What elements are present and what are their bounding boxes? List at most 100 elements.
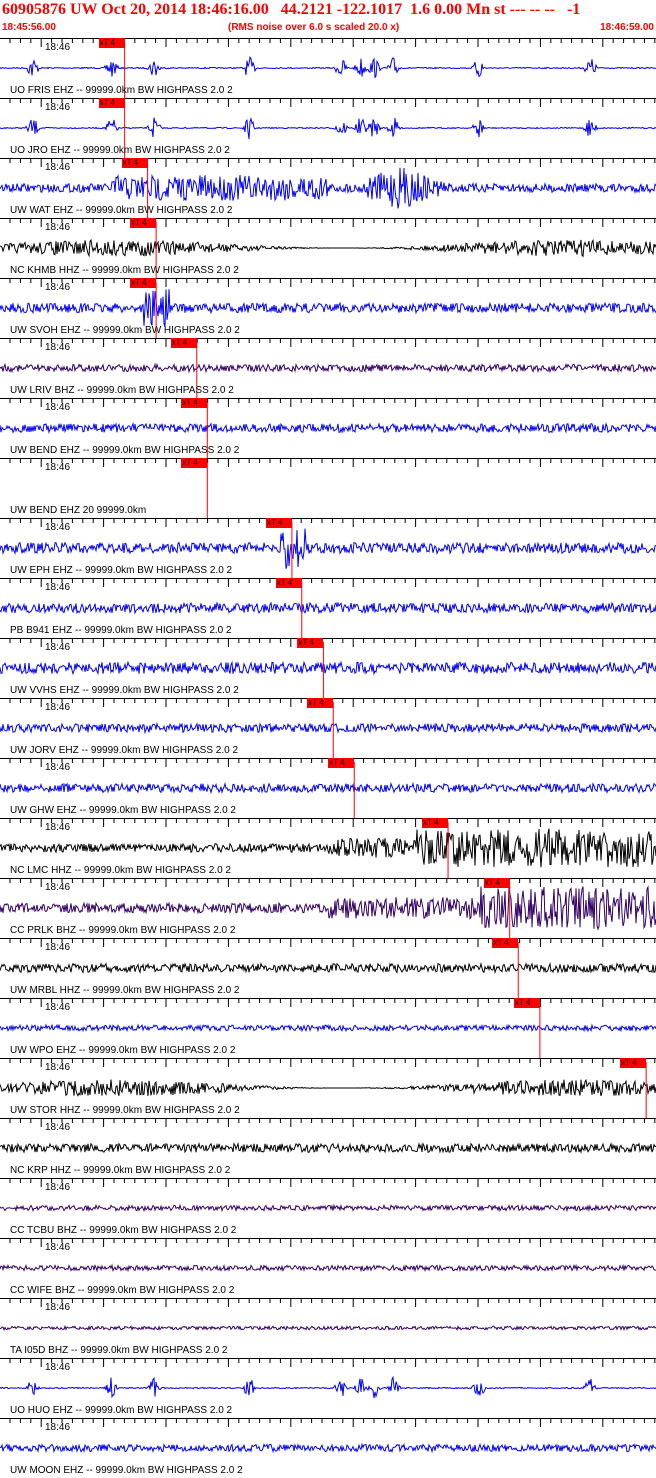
channel-label: UW MRBL HHZ -- 99999.0km BW HIGHPASS 2.0… [10, 985, 240, 996]
waveform-trace [0, 289, 656, 328]
pick-marker: xT 4 [130, 218, 157, 228]
waveform-trace [0, 421, 656, 435]
trace-time-label: 18:46 [45, 102, 71, 113]
scaling-note: (RMS noise over 6.0 s scaled 20.0 x) [228, 22, 400, 33]
channel-label: PB B941 EHZ -- 99999.0km BW HIGHPASS 2.0… [10, 625, 232, 636]
trace-panel: xT 4 18:46 UW JORV EHZ -- 99999.0km BW HIG… [0, 698, 656, 758]
trace-panel: xT 4 18:46 UW MRBL HHZ -- 99999.0km BW HIG… [0, 938, 656, 998]
waveform-trace [0, 1263, 656, 1273]
pick-marker: xT 4 [513, 998, 540, 1008]
trace-panel: 18:46 UO HUO EHZ -- 99999.0km BW HIGHPASS… [0, 1358, 656, 1418]
pick-marker: xT 4 [181, 458, 208, 468]
channel-label: UW LRIV BHZ -- 99999.0km BW HIGHPASS 2.0… [10, 385, 234, 396]
waveform-trace [0, 362, 656, 374]
trace-panel: 18:46 NC KRP HHZ -- 99999.0km BW HIGHPASS… [0, 1118, 656, 1178]
trace-time-label: 18:46 [45, 1062, 71, 1073]
waveform-trace [0, 167, 656, 209]
pick-marker: xT 4 [483, 878, 510, 888]
trace-panel: xT 4 18:46 UW BEND EHZ 20 99999.0km [0, 458, 656, 518]
trace-panel: xT 4 18:46 UW BEND EHZ -- 99999.0km BW HIG… [0, 398, 656, 458]
trace-panel: xT 4 18:46 UW SVOH EHZ -- 99999.0km BW HIG… [0, 278, 656, 338]
pick-marker: xT 4 [297, 638, 324, 648]
trace-panel: xT 4 18:46 CC PRLK BHZ -- 99999.0km BW HIG… [0, 878, 656, 938]
pick-marker: xT 4 [98, 38, 125, 48]
channel-label: UW EPH EHZ -- 99999.0km BW HIGHPASS 2.0 … [10, 565, 233, 576]
pick-marker: xT 4 [181, 398, 208, 408]
waveform-trace [0, 238, 656, 258]
trace-time-label: 18:46 [45, 1302, 71, 1313]
waveform-trace [0, 117, 656, 140]
trace-time-label: 18:46 [45, 342, 71, 353]
trace-panel: xT 4 18:46 PB B941 EHZ -- 99999.0km BW HIG… [0, 578, 656, 638]
trace-time-label: 18:46 [45, 222, 71, 233]
waveform-trace [0, 721, 656, 735]
waveform-trace [0, 1375, 656, 1399]
trace-time-label: 18:46 [45, 1242, 71, 1253]
trace-panel: 18:46 TA I05D BHZ -- 99999.0km BW HIGHPAS… [0, 1298, 656, 1358]
trace-time-label: 18:46 [45, 1122, 71, 1133]
pick-marker: xT 4 [170, 338, 197, 348]
waveform-trace [0, 828, 656, 868]
channel-label: UW VVHS EHZ -- 99999.0km BW HIGHPASS 2.0… [10, 685, 239, 696]
trace-panel: xT 4 18:46 UW GHW EHZ -- 99999.0km BW HIGH… [0, 758, 656, 818]
pick-marker: xT 4 [130, 278, 157, 288]
trace-time-label: 18:46 [45, 282, 71, 293]
channel-label: NC KHMB HHZ -- 99999.0km BW HIGHPASS 2.0… [10, 265, 239, 276]
pick-marker: xT 4 [265, 518, 292, 528]
waveform-trace [0, 601, 656, 615]
waveform-trace [0, 1203, 656, 1213]
waveform-trace [0, 885, 656, 931]
start-time: 18:45:56.00 [2, 22, 56, 33]
trace-panel: 18:46 UW MOON EHZ -- 99999.0km BW HIGHPAS… [0, 1418, 656, 1478]
channel-label: UW JORV EHZ -- 99999.0km BW HIGHPASS 2.0… [10, 745, 239, 756]
channel-label: UW SVOH EHZ -- 99999.0km BW HIGHPASS 2.0… [10, 325, 240, 336]
trace-panel: xT 4 18:46 UO FRIS EHZ -- 99999.0km BW HIG… [0, 38, 656, 98]
channel-label: UO FRIS EHZ -- 99999.0km BW HIGHPASS 2.0… [10, 85, 233, 96]
trace-time-label: 18:46 [45, 882, 71, 893]
end-time: 18:46:59.00 [600, 22, 654, 33]
trace-time-label: 18:46 [45, 942, 71, 953]
trace-panel: xT 4 18:46 NC LMC HHZ -- 99999.0km BW HIGH… [0, 818, 656, 878]
trace-panel: xT 4 18:46 UO JRO EHZ -- 99999.0km BW HIGH… [0, 98, 656, 158]
channel-label: CC PRLK BHZ -- 99999.0km BW HIGHPASS 2.0… [10, 925, 236, 936]
trace-time-label: 18:46 [45, 462, 71, 473]
pick-marker: xT 4 [275, 578, 302, 588]
waveform-trace [0, 961, 656, 975]
trace-time-label: 18:46 [45, 702, 71, 713]
trace-time-label: 18:46 [45, 1182, 71, 1193]
channel-label: CC WIFE BHZ -- 99999.0km BW HIGHPASS 2.0… [10, 1285, 235, 1296]
event-title: 60905876 UW Oct 20, 2014 18:46:16.00 44.… [2, 1, 581, 18]
channel-label: UW BEND EHZ 20 99999.0km [10, 505, 147, 516]
channel-label: UW WAT EHZ -- 99999.0km BW HIGHPASS 2.0 … [10, 205, 233, 216]
trace-time-label: 18:46 [45, 642, 71, 653]
trace-panel: 18:46 CC TCBU BHZ -- 99999.0km BW HIGHPAS… [0, 1178, 656, 1238]
trace-time-label: 18:46 [45, 582, 71, 593]
channel-label: UW GHW EHZ -- 99999.0km BW HIGHPASS 2.0 … [10, 805, 236, 816]
trace-time-label: 18:46 [45, 822, 71, 833]
waveform-trace [0, 660, 656, 676]
trace-panel: 18:46 CC WIFE BHZ -- 99999.0km BW HIGHPAS… [0, 1238, 656, 1298]
pick-marker: xT 4 [422, 818, 449, 828]
pick-marker: xT 4 [307, 698, 334, 708]
channel-label: UW WPO EHZ -- 99999.0km BW HIGHPASS 2.0 … [10, 1045, 236, 1056]
waveform-trace [0, 528, 656, 569]
trace-time-label: 18:46 [45, 42, 71, 53]
waveform-trace [0, 781, 656, 795]
trace-time-label: 18:46 [45, 162, 71, 173]
pick-marker: xT 4 [328, 758, 355, 768]
trace-panel: xT 4 18:46 UW EPH EHZ -- 99999.0km BW HIGH… [0, 518, 656, 578]
trace-time-label: 18:46 [45, 762, 71, 773]
trace-time-label: 18:46 [45, 1002, 71, 1013]
trace-time-label: 18:46 [45, 522, 71, 533]
trace-time-label: 18:46 [45, 1422, 71, 1433]
seismogram-panels: xT 4 18:46 UO FRIS EHZ -- 99999.0km BW HIG… [0, 38, 656, 1478]
channel-label: UW BEND EHZ -- 99999.0km BW HIGHPASS 2.0… [10, 445, 240, 456]
channel-label: CC TCBU BHZ -- 99999.0km BW HIGHPASS 2.0… [10, 1225, 237, 1236]
waveform-trace [0, 1141, 656, 1154]
channel-label: UO HUO EHZ -- 99999.0km BW HIGHPASS 2.0 … [10, 1405, 233, 1416]
trace-panel: xT 4 18:46 NC KHMB HHZ -- 99999.0km BW HIG… [0, 218, 656, 278]
pick-marker: xT 4 [492, 938, 519, 948]
trace-panel: xT 4 18:46 UW WPO EHZ -- 99999.0km BW HIGH… [0, 998, 656, 1058]
trace-time-label: 18:46 [45, 1362, 71, 1373]
waveform-trace [0, 1023, 656, 1033]
